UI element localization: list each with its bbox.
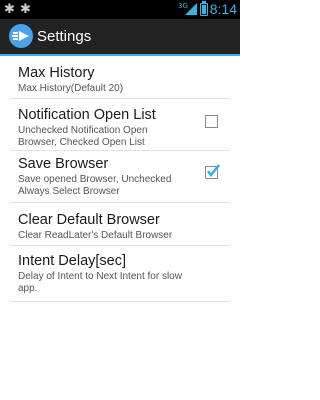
preference-max-history[interactable]: Max History Max History(Default 20) bbox=[10, 56, 230, 99]
page-title: Settings bbox=[37, 28, 92, 45]
preference-title: Intent Delay[sec] bbox=[18, 253, 126, 269]
preference-summary: Clear ReadLater's Default Browser bbox=[18, 230, 173, 241]
notification-open-list-checkbox[interactable] bbox=[205, 115, 218, 128]
preference-summary: Unchecked Notification Open Browser, Che… bbox=[18, 125, 230, 149]
save-browser-checkbox[interactable] bbox=[205, 164, 220, 179]
preference-title: Clear Default Browser bbox=[18, 212, 160, 228]
preference-title: Max History bbox=[18, 65, 95, 81]
action-bar: Settings bbox=[0, 19, 240, 56]
app-launcher-arrow-icon[interactable] bbox=[9, 24, 33, 48]
preference-summary-line: Save opened Browser, Unchecked bbox=[18, 174, 172, 185]
preference-intent-delay[interactable]: Intent Delay[sec] Delay of Intent to Nex… bbox=[10, 246, 230, 302]
preference-title: Notification Open List bbox=[18, 107, 156, 123]
preference-summary: Save opened Browser, Unchecked Always Se… bbox=[18, 174, 230, 198]
preference-summary-line: Delay of Intent to Next Intent for slow bbox=[18, 271, 182, 282]
preference-summary: Delay of Intent to Next Intent for slow … bbox=[18, 271, 230, 295]
clock: 8:14 bbox=[209, 1, 237, 17]
preference-clear-default-browser[interactable]: Clear Default Browser Clear ReadLater's … bbox=[10, 203, 230, 246]
preference-summary-line: Browser, Checked Open List bbox=[18, 137, 145, 148]
preference-summary-line: Always Select Browser bbox=[18, 186, 120, 197]
status-bar: ✱ ✱ 3G 8:14 bbox=[0, 0, 240, 19]
preference-title: Save Browser bbox=[18, 156, 109, 172]
preference-summary: Max History(Default 20) bbox=[18, 83, 124, 94]
battery-icon bbox=[200, 1, 208, 16]
asterisk-icon: ✱ bbox=[4, 2, 15, 17]
preference-summary-line: app. bbox=[18, 283, 38, 294]
checkmark-icon bbox=[206, 164, 220, 178]
asterisk-icon: ✱ bbox=[20, 2, 31, 17]
preference-notification-open-list[interactable]: Notification Open List Unchecked Notific… bbox=[10, 99, 230, 151]
preference-save-browser[interactable]: Save Browser Save opened Browser, Unchec… bbox=[10, 151, 230, 203]
signal-icon bbox=[185, 3, 197, 15]
preference-list: Max History Max History(Default 20) Noti… bbox=[0, 56, 240, 302]
preference-summary-line: Unchecked Notification Open bbox=[18, 125, 148, 136]
